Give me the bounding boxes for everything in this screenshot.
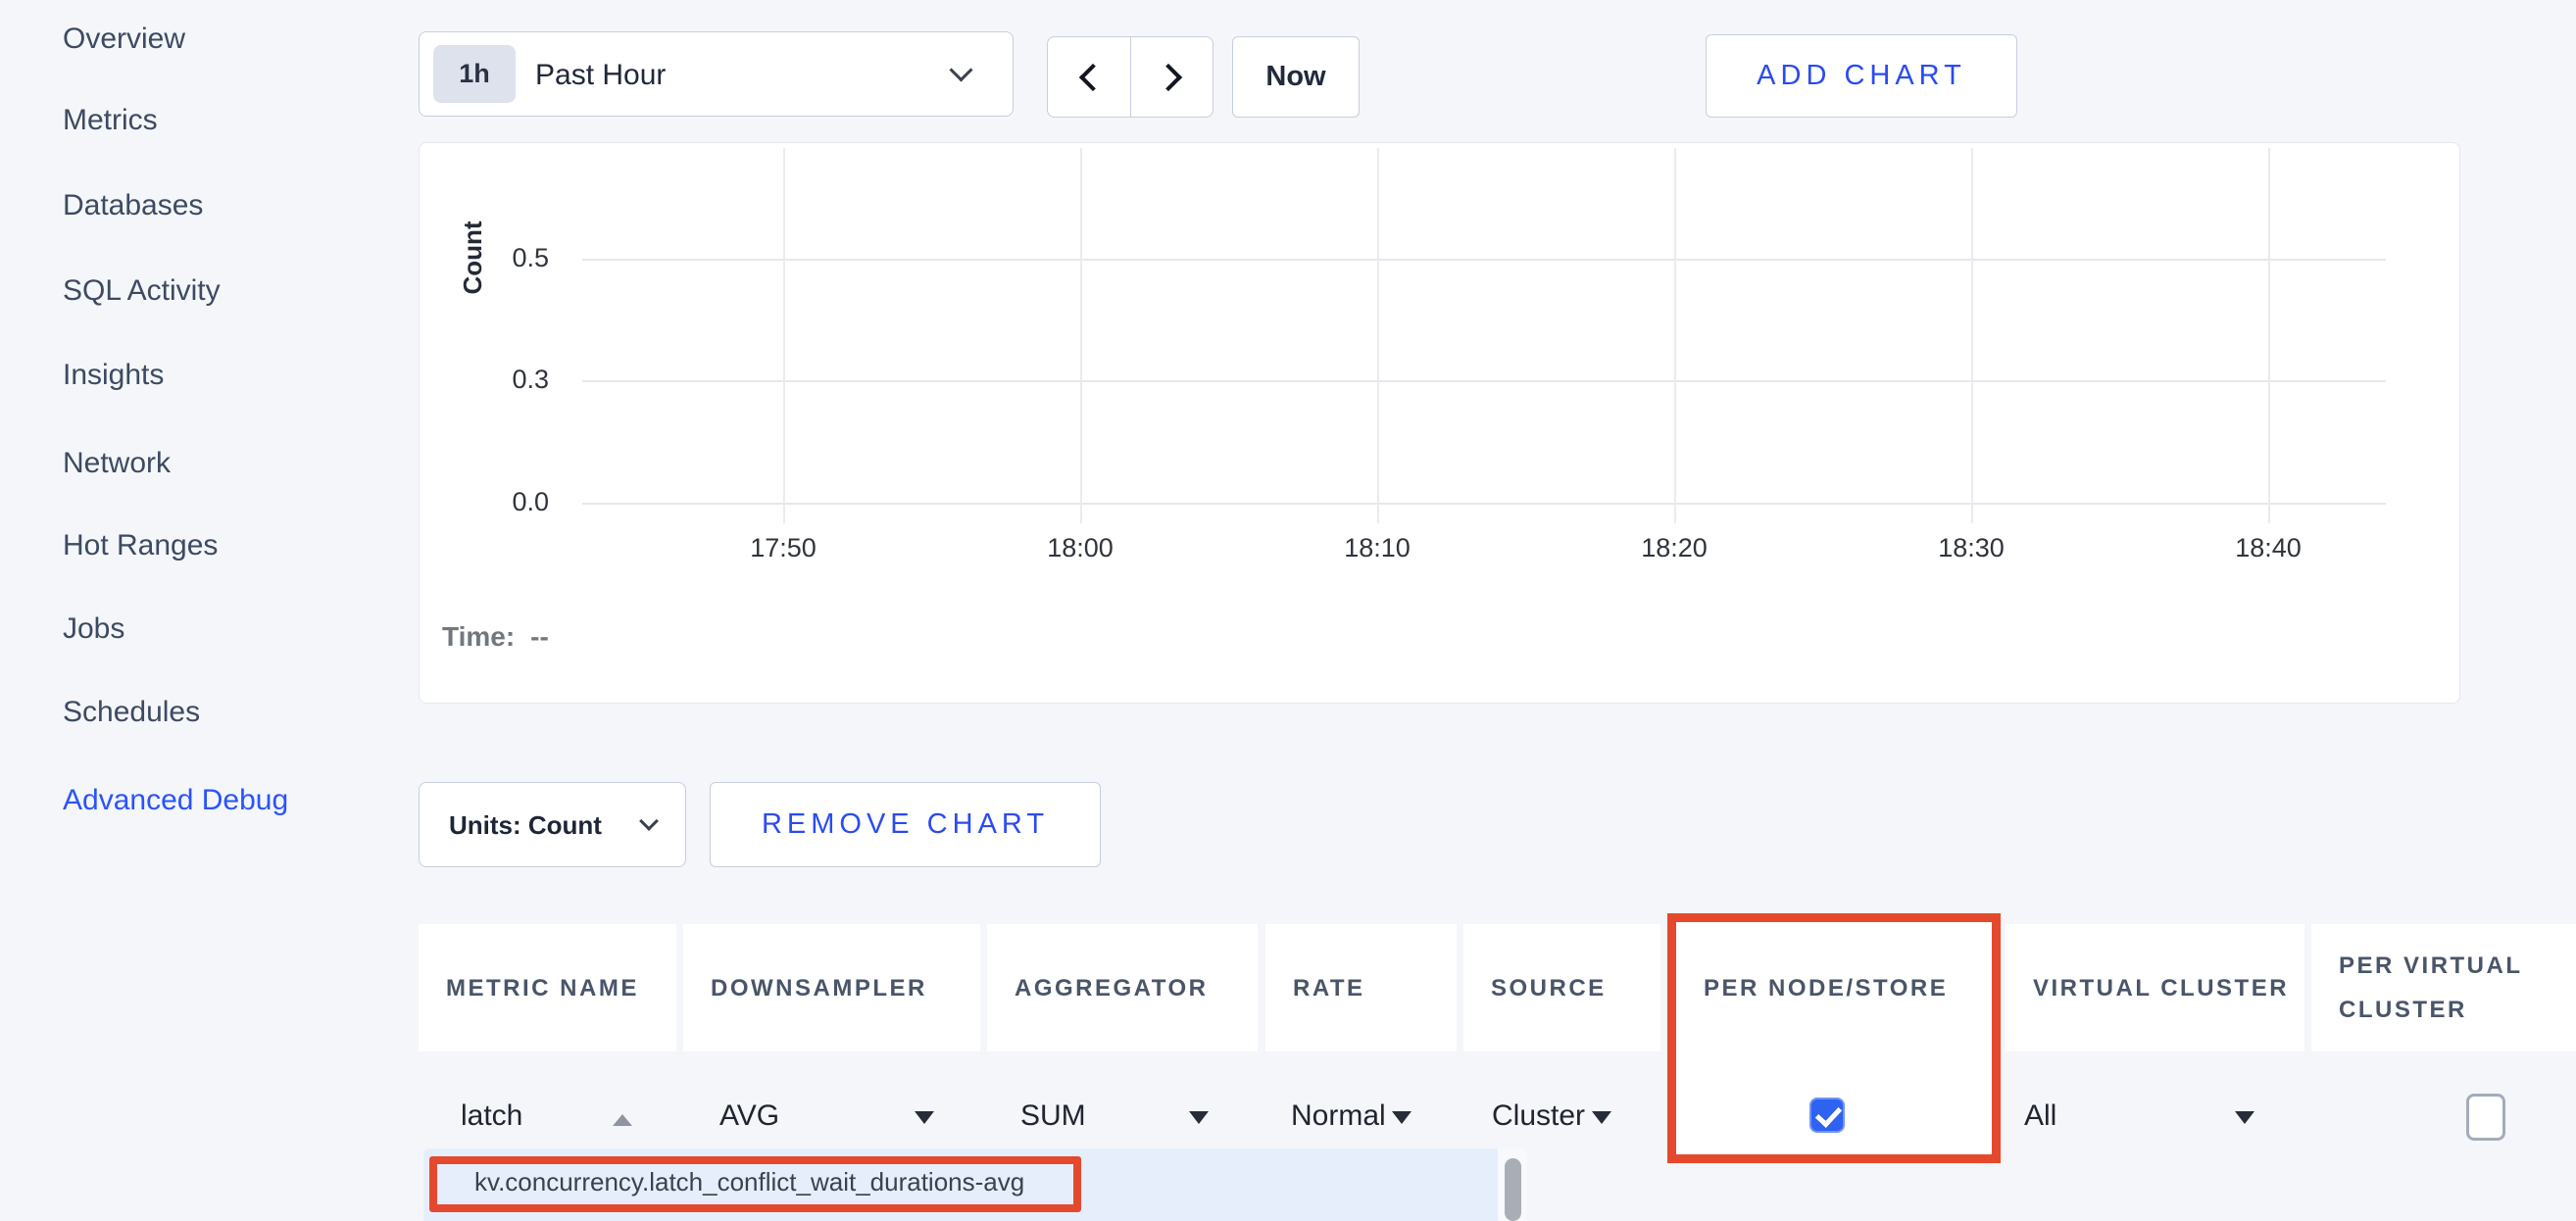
sidebar-item-hot-ranges[interactable]: Hot Ranges: [63, 524, 357, 567]
column-header-aggregator: AGGREGATOR: [987, 924, 1258, 1051]
sidebar-item-insights[interactable]: Insights: [63, 354, 357, 397]
sidebar-item-overview[interactable]: Overview: [63, 18, 357, 61]
chevron-right-icon: [1154, 63, 1181, 90]
dropdown-scrollbar-thumb[interactable]: [1505, 1158, 1521, 1221]
prev-timewindow-button[interactable]: [1048, 37, 1130, 117]
sidebar-item-sql-activity[interactable]: SQL Activity: [63, 269, 357, 313]
now-button[interactable]: Now: [1232, 36, 1360, 118]
per-node-store-checkbox[interactable]: [1809, 1098, 1845, 1133]
column-header-per-virtual-cluster: PER VIRTUAL CLUSTER: [2311, 924, 2576, 1051]
time-range-badge: 1h: [433, 45, 516, 103]
time-range-selector[interactable]: 1h Past Hour: [419, 31, 1014, 117]
column-header-metric-name: METRIC NAME: [419, 924, 676, 1051]
chart-card: Count 0.5 0.3 0.0 17:50 18:00 18:10 18:2…: [419, 142, 2460, 704]
suggestion-highlight-box: [429, 1156, 1081, 1212]
remove-chart-button[interactable]: REMOVE CHART: [710, 782, 1101, 867]
column-header-virtual-cluster: VIRTUAL CLUSTER: [2006, 924, 2304, 1051]
time-range-label: Past Hour: [535, 32, 666, 118]
virtual-cluster-dropdown[interactable]: All: [2024, 1099, 2056, 1133]
y-tick-label: 0.0: [478, 487, 549, 518]
x-tick-label: 18:10: [1309, 533, 1446, 563]
sidebar-item-network[interactable]: Network: [63, 442, 357, 485]
y-tick-label: 0.3: [478, 365, 549, 396]
caret-up-icon[interactable]: [613, 1114, 632, 1126]
sidebar-item-metrics[interactable]: Metrics: [63, 99, 357, 142]
sidebar-item-jobs[interactable]: Jobs: [63, 608, 357, 651]
sidebar-item-schedules[interactable]: Schedules: [63, 691, 357, 734]
x-tick-label: 18:40: [2200, 533, 2337, 563]
per-virtual-cluster-checkbox[interactable]: [2466, 1094, 2505, 1141]
sidebar-item-advanced-debug[interactable]: Advanced Debug: [63, 779, 357, 822]
time-window-pager: [1047, 36, 1214, 118]
column-header-downsampler: DOWNSAMPLER: [683, 924, 980, 1051]
caret-down-icon[interactable]: [2235, 1111, 2254, 1124]
chevron-down-icon: [949, 58, 972, 81]
y-tick-label: 0.5: [478, 243, 549, 274]
time-readout: Time: --: [442, 621, 549, 653]
x-tick-label: 18:30: [1903, 533, 2040, 563]
caret-down-icon[interactable]: [1392, 1111, 1412, 1124]
column-header-per-node-store: PER NODE/STORE: [1676, 924, 1992, 1051]
source-dropdown[interactable]: Cluster: [1492, 1099, 1585, 1133]
chevron-down-icon: [639, 811, 659, 831]
x-tick-label: 18:00: [1012, 533, 1149, 563]
caret-down-icon[interactable]: [1189, 1111, 1209, 1124]
caret-down-icon[interactable]: [915, 1111, 934, 1124]
rate-dropdown[interactable]: Normal: [1291, 1099, 1386, 1133]
aggregator-dropdown[interactable]: SUM: [1020, 1099, 1086, 1133]
chart-plot-area[interactable]: [582, 148, 2386, 523]
time-readout-label: Time:: [442, 621, 515, 652]
advanced-debug-custom-chart-page: Overview Metrics Databases SQL Activity …: [0, 0, 2576, 1221]
x-tick-label: 17:50: [715, 533, 852, 563]
x-tick-label: 18:20: [1606, 533, 1743, 563]
add-chart-button[interactable]: ADD CHART: [1706, 34, 2017, 118]
downsampler-dropdown[interactable]: AVG: [719, 1099, 779, 1133]
next-timewindow-button[interactable]: [1130, 37, 1213, 117]
column-header-rate: RATE: [1265, 924, 1457, 1051]
time-readout-value: --: [530, 621, 549, 652]
metric-name-input[interactable]: latch: [461, 1099, 522, 1133]
units-dropdown[interactable]: Units: Count: [419, 782, 686, 867]
caret-down-icon[interactable]: [1592, 1111, 1611, 1124]
sidebar-item-databases[interactable]: Databases: [63, 184, 357, 227]
units-dropdown-label: Units: Count: [449, 783, 602, 868]
column-header-source: SOURCE: [1463, 924, 1660, 1051]
chevron-left-icon: [1079, 63, 1107, 90]
